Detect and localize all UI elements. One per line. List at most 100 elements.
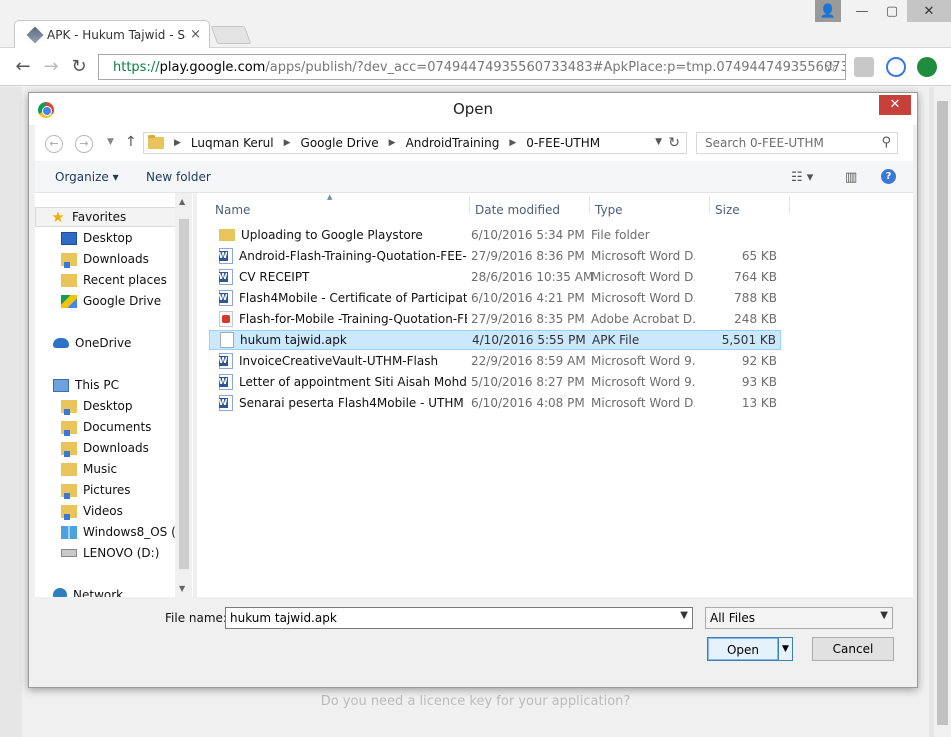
file-row-selected[interactable]: hukum tajwid.apk 4/10/2016 5:55 PM APK F…: [209, 330, 781, 350]
up-arrow-icon[interactable]: ↑: [125, 134, 137, 150]
nav-item-windows-drive[interactable]: Windows8_OS (C: [35, 522, 191, 542]
breadcrumb-item[interactable]: Luqman Kerul: [191, 136, 274, 150]
scroll-down-icon[interactable]: ▼: [179, 584, 185, 593]
file-name-cell: Senarai peserta Flash4Mobile - UTHM: [219, 395, 467, 411]
search-icon[interactable]: ⚲: [881, 135, 891, 150]
browser-tab[interactable]: APK - Hukum Tajwid - Sa ×: [14, 20, 210, 48]
file-date: 6/10/2016 5:34 PM: [471, 228, 585, 242]
nav-network[interactable]: Network: [35, 585, 191, 597]
open-button[interactable]: Open ▼: [707, 637, 793, 661]
file-type: Microsoft Word D...: [591, 249, 695, 263]
maximize-button[interactable]: ▢: [877, 0, 907, 22]
organize-button[interactable]: Organize ▾: [55, 170, 119, 184]
back-arrow-icon[interactable]: ←: [45, 135, 63, 153]
address-bar[interactable]: https://play.google.com/apps/publish/?de…: [98, 54, 846, 80]
reload-icon[interactable]: ↻: [68, 56, 90, 78]
nav-label: Google Drive: [83, 294, 162, 308]
desktop-folder-icon: [61, 399, 77, 415]
file-row[interactable]: InvoiceCreativeVault-UTHM-Flash 22/9/201…: [209, 351, 781, 371]
nav-onedrive[interactable]: OneDrive: [35, 333, 191, 353]
file-name: Flash4Mobile - Certificate of Participat…: [239, 291, 467, 305]
nav-item-desktop[interactable]: Desktop: [35, 396, 191, 416]
dialog-close-button[interactable]: ✕: [879, 95, 911, 115]
nav-label: This PC: [75, 378, 119, 392]
nav-scroll-thumb[interactable]: [179, 219, 189, 569]
search-input[interactable]: Search 0-FEE-UTHM ⚲: [696, 132, 898, 154]
file-row[interactable]: CV RECEIPT 28/6/2016 10:35 AM Microsoft …: [209, 267, 781, 287]
chevron-down-icon[interactable]: ▼: [880, 610, 888, 621]
file-row[interactable]: Uploading to Google Playstore 6/10/2016 …: [209, 225, 781, 245]
file-row[interactable]: Senarai peserta Flash4Mobile - UTHM 6/10…: [209, 393, 781, 413]
help-icon[interactable]: ?: [881, 169, 896, 184]
cancel-button[interactable]: Cancel: [812, 637, 894, 661]
breadcrumb-item[interactable]: AndroidTraining: [406, 136, 500, 150]
recent-locations-chevron-icon[interactable]: ▼: [107, 137, 114, 147]
breadcrumb-chevron-icon[interactable]: ▶: [509, 138, 516, 148]
view-options-icon[interactable]: ☷ ▾: [791, 170, 813, 185]
column-header-type[interactable]: Type: [595, 203, 623, 217]
nav-favorites[interactable]: ★ Favorites: [35, 207, 191, 227]
new-tab-button[interactable]: [210, 26, 252, 44]
nav-item-music[interactable]: Music: [35, 459, 191, 479]
bookmark-star-icon[interactable]: ☆: [820, 56, 842, 78]
breadcrumb-chevron-icon[interactable]: ▶: [284, 138, 291, 148]
minimize-button[interactable]: —: [847, 0, 877, 22]
forward-arrow-icon[interactable]: →: [75, 135, 93, 153]
nav-item-downloads[interactable]: Downloads: [35, 438, 191, 458]
generic-file-icon: [220, 332, 234, 348]
nav-item-recent-places[interactable]: Recent places: [35, 270, 191, 290]
column-divider[interactable]: [709, 195, 710, 213]
page-scrollbar[interactable]: [934, 87, 951, 737]
user-icon[interactable]: 👤: [815, 0, 841, 22]
column-divider[interactable]: [589, 195, 590, 213]
nav-item-lenovo-drive[interactable]: LENOVO (D:): [35, 543, 191, 563]
file-row[interactable]: Android-Flash-Training-Quotation-FEE-...…: [209, 246, 781, 266]
open-button-label[interactable]: Open: [708, 638, 778, 660]
breadcrumb-chevron-icon[interactable]: ▶: [174, 138, 181, 148]
browser-tabstrip: APK - Hukum Tajwid - Sa × 👤 — ▢ ✕: [0, 0, 951, 48]
file-name-input[interactable]: hukum tajwid.apk ▼: [225, 607, 693, 629]
computer-icon: [53, 378, 69, 392]
file-row[interactable]: Flash4Mobile - Certificate of Participat…: [209, 288, 781, 308]
chevron-down-icon[interactable]: ▼: [680, 610, 688, 621]
nav-item-videos[interactable]: Videos: [35, 501, 191, 521]
nav-item-documents[interactable]: Documents: [35, 417, 191, 437]
nav-label: Favorites: [72, 210, 127, 224]
refresh-icon[interactable]: ↻: [668, 135, 680, 151]
column-header-size[interactable]: Size: [715, 203, 740, 217]
file-row[interactable]: Flash-for-Mobile -Training-Quotation-FE.…: [209, 309, 781, 329]
tab-close-icon[interactable]: ×: [190, 27, 201, 42]
breadcrumb-item[interactable]: Google Drive: [301, 136, 379, 150]
licence-key-question: Do you need a licence key for your appli…: [320, 694, 631, 709]
forward-arrow-icon[interactable]: →: [40, 56, 62, 78]
column-header-name[interactable]: Name: [215, 203, 250, 217]
breadcrumb-chevron-icon[interactable]: ▶: [389, 138, 396, 148]
file-size: 788 KB: [734, 291, 777, 305]
scroll-up-icon[interactable]: ▲: [179, 197, 185, 206]
file-size: 5,501 KB: [721, 333, 776, 347]
column-divider[interactable]: [789, 195, 790, 213]
nav-item-desktop[interactable]: Desktop: [35, 228, 191, 248]
nav-item-downloads[interactable]: Downloads: [35, 249, 191, 269]
file-row[interactable]: Letter of appointment Siti Aisah Mohd H.…: [209, 372, 781, 392]
preview-pane-icon[interactable]: ▥: [845, 170, 857, 185]
open-options-chevron-icon[interactable]: ▼: [778, 638, 792, 660]
file-type-select[interactable]: All Files ▼: [705, 607, 893, 629]
nav-this-pc[interactable]: This PC: [35, 375, 191, 395]
file-name: hukum tajwid.apk: [240, 333, 347, 347]
drive-extension-icon[interactable]: [854, 57, 874, 77]
update-extension-icon[interactable]: [917, 57, 937, 77]
close-window-button[interactable]: ✕: [907, 0, 951, 22]
column-divider[interactable]: [469, 195, 470, 213]
sync-extension-icon[interactable]: [886, 57, 906, 77]
nav-item-google-drive[interactable]: Google Drive: [35, 291, 191, 311]
nav-item-pictures[interactable]: Pictures: [35, 480, 191, 500]
path-history-chevron-icon[interactable]: ▼: [655, 137, 662, 147]
new-folder-button[interactable]: New folder: [146, 170, 211, 184]
nav-scrollbar[interactable]: ▲ ▼: [175, 193, 192, 597]
column-header-date[interactable]: Date modified: [475, 203, 560, 217]
breadcrumb[interactable]: ▶ Luqman Kerul ▶ Google Drive ▶ AndroidT…: [143, 132, 687, 154]
breadcrumb-item[interactable]: 0-FEE-UTHM: [526, 136, 600, 150]
back-arrow-icon[interactable]: ←: [12, 56, 34, 78]
page-scroll-thumb[interactable]: [937, 101, 948, 725]
